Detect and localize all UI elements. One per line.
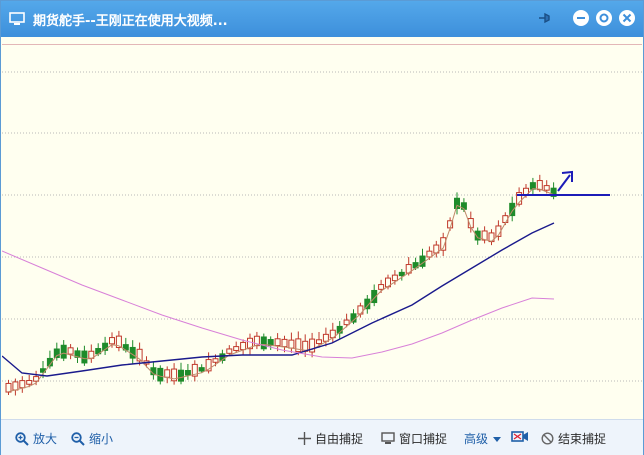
candle-body [184, 370, 191, 376]
candle-body [391, 274, 398, 282]
window-capture-label: 窗口捕捉 [399, 432, 448, 446]
candle-body [67, 347, 74, 355]
candles [5, 174, 557, 396]
candlestick-chart [2, 71, 642, 396]
zoom-in-button[interactable]: 放大 [15, 430, 57, 447]
candle-body [12, 381, 19, 391]
candle-body [536, 180, 543, 191]
candle-body [157, 367, 164, 382]
candle-body [226, 348, 233, 354]
close-icon[interactable] [618, 9, 636, 27]
candle-body [281, 338, 288, 348]
candle-body [543, 185, 550, 191]
end-capture-label: 结束捕捉 [558, 432, 607, 446]
candle-body [212, 358, 219, 363]
pin-icon[interactable] [536, 9, 554, 27]
candle-body [164, 369, 171, 378]
candle-body [60, 344, 67, 359]
zoom-out-button[interactable]: 缩小 [71, 430, 113, 447]
candle-body [109, 337, 115, 345]
candle-body [260, 336, 267, 350]
end-capture-button[interactable]: 结束捕捉 [541, 430, 606, 447]
candle-body [357, 305, 364, 315]
candle-body [233, 346, 240, 351]
title-bar[interactable]: 期货舵手--王刚正在使用大视频... [1, 1, 643, 37]
candle-body [19, 380, 26, 389]
candle-body [5, 382, 12, 393]
candle-body [81, 350, 88, 364]
candle-body [198, 367, 205, 372]
candle-body [129, 346, 136, 359]
free-capture-button[interactable]: 自由捕捉 [298, 430, 363, 447]
advanced-label: 高级 [464, 432, 489, 446]
candle-body [26, 379, 33, 385]
zoom-in-icon [15, 431, 29, 446]
candle-body [240, 341, 247, 351]
capture-window: 期货舵手--王刚正在使用大视频... 放大 缩小 自由捕捉 窗口捕捉 高级 结束… [0, 0, 644, 455]
capture-toolbar: 放大 缩小 自由捕捉 窗口捕捉 高级 结束捕捉 [1, 419, 643, 455]
window-capture-button[interactable]: 窗口捕捉 [381, 430, 447, 447]
candle-body [322, 333, 329, 342]
candle-body [288, 339, 295, 349]
restore-icon[interactable] [595, 9, 613, 27]
candle-body [274, 338, 281, 347]
zoom-in-label: 放大 [33, 432, 58, 446]
window-title: 期货舵手--王刚正在使用大视频... [33, 14, 228, 29]
advanced-dropdown[interactable]: 高级 [464, 430, 506, 447]
candle-body [398, 271, 405, 277]
zoom-out-icon [71, 431, 85, 446]
window-capture-icon [381, 432, 395, 444]
annotation-arrow [557, 170, 573, 192]
candle-body [178, 369, 184, 382]
camera-icon [511, 431, 528, 442]
candle-body [316, 339, 322, 345]
free-capture-label: 自由捕捉 [315, 432, 364, 446]
caret-down-icon [493, 436, 502, 442]
monitor-icon [9, 12, 25, 25]
candle-body [426, 250, 433, 258]
stop-icon [541, 432, 554, 445]
candle-body [343, 319, 350, 326]
crosshair-icon [298, 432, 311, 445]
camera-button[interactable] [511, 429, 533, 443]
minimize-icon[interactable] [572, 9, 590, 27]
zoom-out-label: 缩小 [89, 432, 114, 446]
candle-body [378, 284, 385, 290]
